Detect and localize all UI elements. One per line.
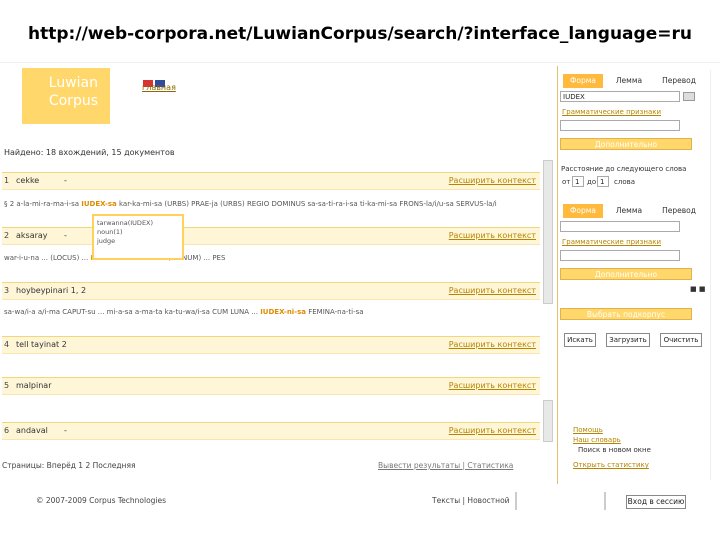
clear-button[interactable]: Очистить — [660, 333, 702, 347]
expand-context-link[interactable]: Расширить контекст — [449, 426, 536, 435]
result-location: hoybeypinari 1, 2 — [16, 286, 87, 295]
grammar-input[interactable] — [560, 120, 680, 131]
result-number: 3 — [4, 286, 10, 295]
result-header: 1 cekke - Расширить контекст — [2, 172, 540, 190]
result-header: 6 andaval - Расширить контекст — [2, 422, 540, 440]
open-stats-link[interactable]: Открыть статистику — [573, 461, 649, 469]
tab-lemma[interactable]: Лемма — [607, 74, 651, 88]
result-number: 1 — [4, 176, 10, 185]
more-options-button[interactable]: Дополнительно — [560, 138, 692, 150]
result-text: § 2 a-la-mi-ra-ma-i-sa IUDEX-sa kar-ka-m… — [4, 200, 497, 208]
result-header: 5 malpinar Расширить контекст — [2, 377, 540, 395]
footer-links[interactable]: Вывести результаты | Статистика — [378, 461, 513, 470]
found-summary: Найдено: 18 вхождений, 15 документов — [4, 148, 175, 157]
results-scrollbar-lower[interactable] — [543, 400, 553, 442]
session-button[interactable]: Вход в сессию — [626, 495, 686, 509]
search-button[interactable]: Искать — [564, 333, 596, 347]
distance-unit: слова — [614, 178, 636, 186]
tab-translation[interactable]: Перевод — [657, 74, 701, 88]
help-link[interactable]: Помощь — [573, 426, 603, 434]
word2-tabs: Форма Лемма Перевод — [563, 204, 701, 218]
result-location: malpinar — [16, 381, 52, 390]
subcorpus-button[interactable]: Выбрать подкорпус — [560, 308, 692, 320]
result-dash: - — [64, 231, 67, 240]
result-header: 4 tell tayinat 2 Расширить контекст — [2, 336, 540, 354]
grammar-input-2[interactable] — [560, 250, 680, 261]
pagination[interactable]: Страницы: Вперёд 1 2 Последняя — [2, 461, 135, 470]
tooltip-lemma: tarwanna(IUDEX) — [97, 219, 154, 227]
corpus-logo[interactable]: Luwian Corpus — [22, 68, 110, 124]
grammar-link-2[interactable]: Грамматические признаки — [562, 238, 661, 246]
load-button[interactable]: Загрузить — [606, 333, 650, 347]
results-scrollbar[interactable] — [543, 160, 553, 304]
expand-context-link[interactable]: Расширить контекст — [449, 286, 536, 295]
result-text: sa-wa/i-a a/i-ma CAPUT-su ... mi-a-sa a-… — [4, 308, 364, 316]
add-word-icon[interactable]: ■ ■ — [690, 285, 705, 293]
corpus-switcher[interactable]: Тексты | Новостной — [432, 496, 510, 505]
tab-form[interactable]: Форма — [563, 74, 603, 88]
expand-context-link[interactable]: Расширить контекст — [449, 381, 536, 390]
result-location: cekke — [16, 176, 40, 185]
from-label: от — [562, 178, 571, 186]
expand-context-link[interactable]: Расширить контекст — [449, 231, 536, 240]
dictionary-link[interactable]: Наш словарь — [573, 436, 621, 444]
page-url: http://web-corpora.net/LuwianCorpus/sear… — [28, 24, 692, 44]
main-page-link[interactable]: главная — [142, 83, 176, 92]
word1-tabs: Форма Лемма Перевод — [563, 74, 701, 88]
more-options-button-2[interactable]: Дополнительно — [560, 268, 692, 280]
word1-input[interactable]: IUDEX — [560, 91, 680, 102]
to-label: до — [587, 178, 597, 186]
expand-context-link[interactable]: Расширить контекст — [449, 176, 536, 185]
tab-lemma-2[interactable]: Лемма — [607, 204, 651, 218]
word2-input[interactable] — [560, 221, 680, 232]
distance-label: Расстояние до следующего слова — [561, 165, 687, 173]
result-text: war-i-u-na ... (LOCUS) ... IUDEX-sa ... … — [4, 254, 226, 262]
hit-word[interactable]: IUDEX-ni-sa — [260, 308, 306, 316]
word-tooltip: tarwanna(IUDEX) noun(1) judge — [92, 214, 184, 260]
tooltip-gloss: judge — [97, 237, 116, 245]
footer-divider — [515, 492, 517, 510]
logo-line2: Corpus — [48, 93, 98, 109]
footer-divider — [604, 492, 606, 510]
keyboard-icon[interactable] — [683, 92, 695, 101]
tab-translation-2[interactable]: Перевод — [657, 204, 701, 218]
result-location: andaval — [16, 426, 48, 435]
distance-to-input[interactable]: 1 — [597, 176, 609, 187]
result-header: 3 hoybeypinari 1, 2 Расширить контекст — [2, 282, 540, 300]
result-location: tell tayinat 2 — [16, 340, 67, 349]
new-window-option[interactable]: Поиск в новом окне — [578, 446, 651, 454]
expand-context-link[interactable]: Расширить контекст — [449, 340, 536, 349]
tab-form-2[interactable]: Форма — [563, 204, 603, 218]
result-header: 2 aksaray - Расширить контекст — [2, 227, 540, 245]
distance-from-input[interactable]: 1 — [572, 176, 584, 187]
page-scrollbar[interactable] — [710, 70, 717, 480]
grammar-link[interactable]: Грамматические признаки — [562, 108, 661, 116]
result-number: 4 — [4, 340, 10, 349]
result-number: 6 — [4, 426, 10, 435]
result-dash: - — [64, 176, 67, 185]
hit-word[interactable]: IUDEX-sa — [81, 200, 117, 208]
logo-line1: Luwian — [48, 75, 98, 91]
result-dash: - — [64, 426, 67, 435]
result-number: 2 — [4, 231, 10, 240]
result-number: 5 — [4, 381, 10, 390]
tooltip-pos: noun(1) — [97, 228, 123, 236]
copyright: © 2007-2009 Corpus Technologies — [36, 496, 167, 505]
result-location: aksaray — [16, 231, 48, 240]
